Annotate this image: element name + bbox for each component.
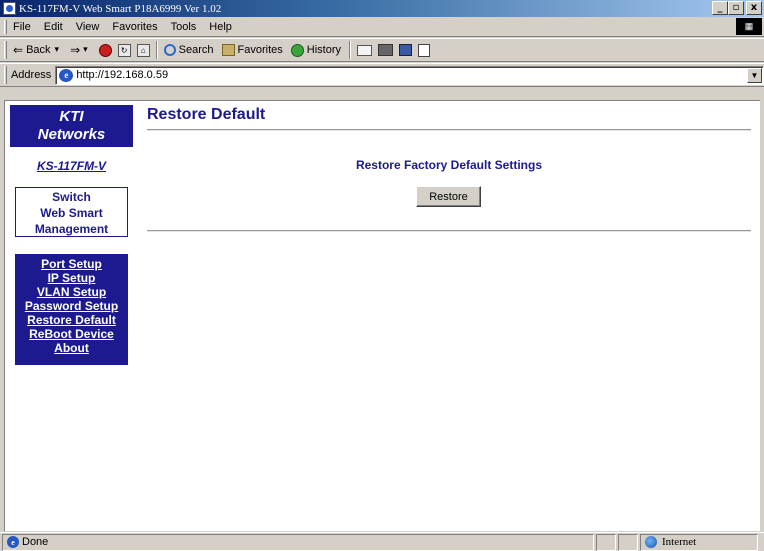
search-label: Search xyxy=(178,44,214,56)
sidebar-nav: Port Setup IP Setup VLAN Setup Password … xyxy=(15,254,128,365)
globe-icon xyxy=(645,536,657,548)
menu-tools[interactable]: Tools xyxy=(171,21,197,33)
mgmt-line-1: Switch xyxy=(52,190,91,204)
nav-vlan-setup[interactable]: VLAN Setup xyxy=(15,285,128,299)
dropdown-arrow-icon[interactable]: ▾ xyxy=(55,45,60,55)
print-icon[interactable] xyxy=(378,44,393,56)
device-model-link[interactable]: KS-117FM-V xyxy=(10,159,133,173)
mgmt-line-3: Management xyxy=(34,222,109,236)
address-bar: Address e http://192.168.0.59 ▼ xyxy=(0,63,764,87)
status-bar: e Done Internet xyxy=(0,532,764,551)
address-url[interactable]: http://192.168.0.59 xyxy=(76,69,168,81)
window-title-bar: KS-117FM-V Web Smart P18A6999 Ver 1.02 _… xyxy=(0,0,764,17)
restore-button[interactable]: Restore xyxy=(416,186,481,207)
close-button[interactable]: x xyxy=(746,1,762,15)
window-title: KS-117FM-V Web Smart P18A6999 Ver 1.02 xyxy=(19,2,222,15)
nav-reboot-device[interactable]: ReBoot Device xyxy=(15,327,128,341)
discuss-icon[interactable] xyxy=(418,43,430,57)
history-label: History xyxy=(306,44,341,56)
search-button[interactable]: Search xyxy=(163,44,214,56)
brand-logo: KTI Networks xyxy=(10,105,133,147)
toolbar-separator xyxy=(349,41,351,59)
standard-toolbar: ⇐ Back ▾ ⇒ ▾ ↻ ⌂ Search Favorites Histor… xyxy=(0,38,764,62)
ie-app-icon xyxy=(3,2,16,15)
brand-line-1: KTI xyxy=(59,108,84,125)
management-box: Switch Web Smart Management xyxy=(15,187,128,237)
nav-port-setup[interactable]: Port Setup xyxy=(15,257,128,271)
menu-file[interactable]: File xyxy=(13,21,31,33)
page-viewport: KTI Networks KS-117FM-V Switch Web Smart… xyxy=(4,100,760,531)
back-label: Back xyxy=(26,44,51,56)
status-panel xyxy=(596,533,616,551)
mail-icon[interactable] xyxy=(357,44,372,56)
mgmt-line-2: Web Smart xyxy=(40,206,103,220)
menu-help[interactable]: Help xyxy=(209,21,232,33)
toolbar-grip[interactable] xyxy=(4,41,7,59)
back-arrow-icon: ⇐ xyxy=(13,43,24,57)
page-done-icon: e xyxy=(7,536,19,548)
nav-password-setup[interactable]: Password Setup xyxy=(15,299,128,313)
back-button[interactable]: ⇐ Back ▾ xyxy=(13,43,62,57)
status-text-panel: e Done xyxy=(2,533,594,551)
address-input[interactable]: e http://192.168.0.59 ▼ xyxy=(55,65,764,85)
address-dropdown-icon[interactable]: ▼ xyxy=(747,67,762,83)
menu-view[interactable]: View xyxy=(76,21,100,33)
refresh-icon[interactable]: ↻ xyxy=(117,43,131,57)
section-heading: Restore Factory Default Settings xyxy=(355,158,543,172)
toolbar-grip[interactable] xyxy=(4,66,7,84)
minimize-button[interactable]: _ xyxy=(712,1,728,15)
page-title: Restore Default xyxy=(147,106,266,123)
brand-line-2: Networks xyxy=(37,126,106,143)
favorites-label: Favorites xyxy=(237,44,283,56)
address-label: Address xyxy=(10,69,52,81)
menu-favorites[interactable]: Favorites xyxy=(112,21,157,33)
menu-edit[interactable]: Edit xyxy=(44,21,63,33)
toolbar-grip[interactable] xyxy=(4,19,7,34)
dropdown-arrow-icon[interactable]: ▾ xyxy=(83,45,88,55)
stop-icon[interactable] xyxy=(98,43,112,57)
security-zone: Internet xyxy=(640,533,758,551)
status-panel xyxy=(618,533,638,551)
forward-arrow-icon: ⇒ xyxy=(70,43,81,57)
page-icon: e xyxy=(59,68,74,82)
nav-ip-setup[interactable]: IP Setup xyxy=(15,271,128,285)
favorites-button[interactable]: Favorites xyxy=(221,44,283,56)
search-icon xyxy=(163,44,176,56)
zone-label: Internet xyxy=(662,536,697,548)
status-text: Done xyxy=(22,536,49,548)
history-button[interactable]: History xyxy=(290,43,341,57)
forward-button[interactable]: ⇒ ▾ xyxy=(70,43,91,57)
window-controls: _ ▫ x xyxy=(712,1,762,15)
nav-restore-default[interactable]: Restore Default xyxy=(15,313,128,327)
toolbar-separator xyxy=(155,41,158,59)
windows-logo-icon: ▦ xyxy=(736,18,762,35)
edit-icon[interactable] xyxy=(399,44,412,56)
nav-about[interactable]: About xyxy=(15,341,128,355)
maximize-button[interactable]: ▫ xyxy=(728,1,744,15)
section-divider xyxy=(147,230,751,232)
menu-bar: File Edit View Favorites Tools Help ▦ xyxy=(0,17,764,37)
home-icon[interactable]: ⌂ xyxy=(136,43,150,57)
favorites-icon xyxy=(221,44,235,56)
history-icon xyxy=(290,43,304,57)
title-divider xyxy=(147,129,751,131)
